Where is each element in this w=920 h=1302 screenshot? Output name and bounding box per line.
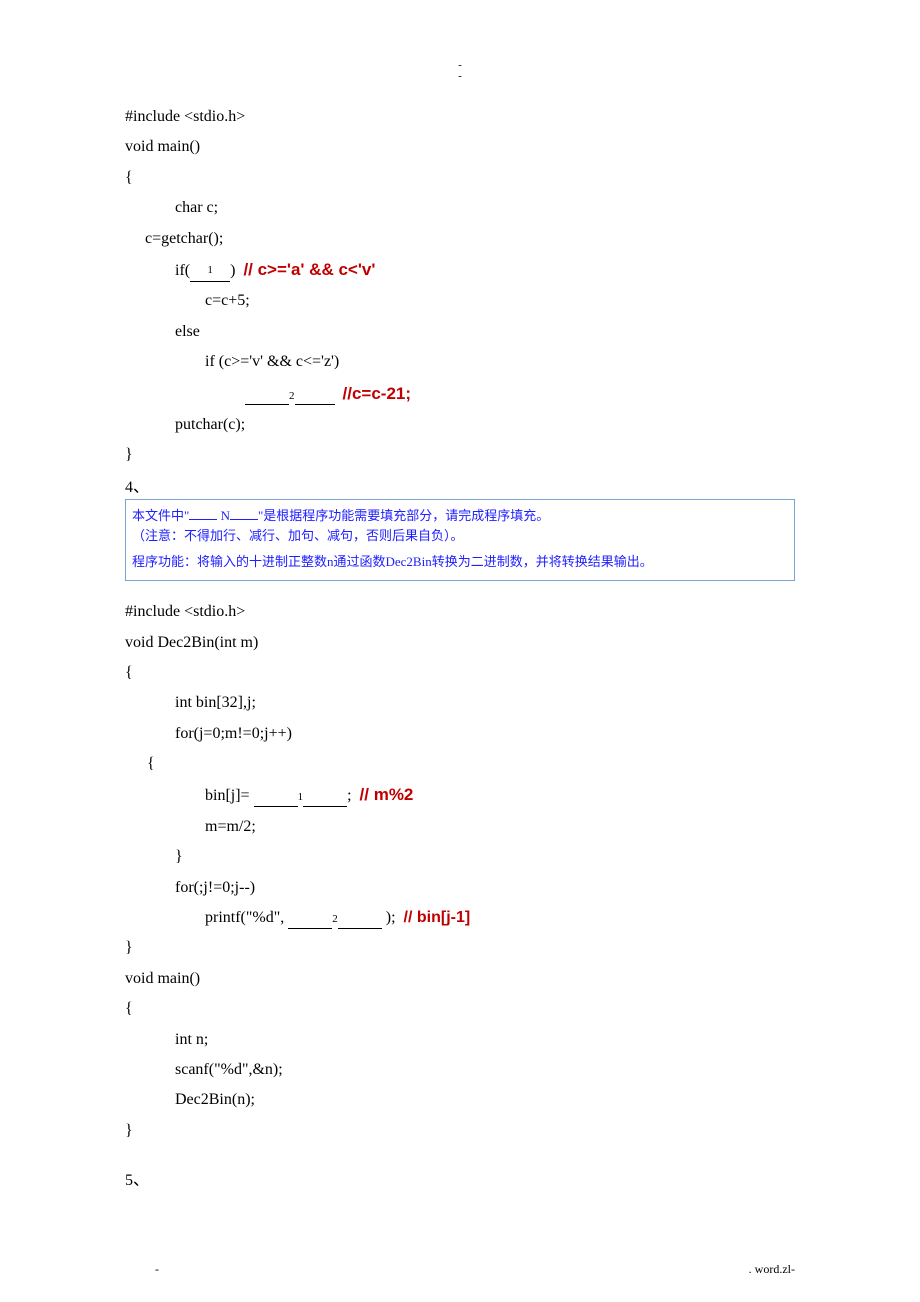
code-line: scanf("%d",&n); — [175, 1055, 795, 1085]
blank-2-left — [245, 384, 289, 406]
ib-text: N — [221, 508, 230, 523]
blank-left — [288, 907, 332, 929]
code-line: } — [125, 440, 795, 470]
code-line: for(;j!=0;j--) — [175, 873, 795, 903]
code-line: void Dec2Bin(int m) — [125, 628, 795, 658]
code-line: for(j=0;m!=0;j++) — [175, 719, 795, 749]
code-line: #include <stdio.h> — [125, 597, 795, 627]
code-line-blank-2: 2 //c=c-21; — [245, 378, 795, 410]
footer-left: - — [155, 1262, 159, 1277]
code-text: ); — [382, 909, 396, 926]
code-line: if (c>='v' && c<='z') — [205, 347, 795, 377]
code-line: int bin[32],j; — [175, 688, 795, 718]
code-line: c=getchar(); — [145, 224, 795, 254]
ib-text: 本文件中" — [132, 508, 189, 523]
blank-right — [338, 907, 382, 929]
answer-annotation-4: // bin[j-1] — [404, 909, 471, 926]
code-line: m=m/2; — [205, 812, 795, 842]
code-line: void main() — [125, 964, 795, 994]
header-dash-2: - — [125, 71, 795, 82]
code-line: Dec2Bin(n); — [175, 1085, 795, 1115]
answer-annotation-2: //c=c-21; — [343, 384, 412, 403]
code-block-2: #include <stdio.h> void Dec2Bin(int m) {… — [125, 597, 795, 1146]
code-line-bin-blank-1: bin[j]= 1 ; // m%2 — [205, 779, 795, 811]
code-text: ) — [230, 262, 235, 279]
code-line: void main() — [125, 132, 795, 162]
code-line: c=c+5; — [205, 286, 795, 316]
header-dashes: - - — [125, 60, 795, 82]
code-line: int n; — [175, 1025, 795, 1055]
code-line-if-blank-1: if(1) // c>='a' && c<'v' — [175, 254, 795, 286]
code-line-printf-blank-2: printf("%d", 2 ); // bin[j-1] — [205, 903, 795, 933]
code-text: bin[j]= — [205, 787, 254, 804]
code-text: if( — [175, 262, 190, 279]
page-container: - - #include <stdio.h> void main() { cha… — [0, 0, 920, 1302]
code-line: { — [147, 749, 795, 779]
code-line: } — [125, 1116, 795, 1146]
code-line: { — [125, 163, 795, 193]
code-line: } — [125, 933, 795, 963]
code-line: #include <stdio.h> — [125, 102, 795, 132]
code-line: char c; — [175, 193, 795, 223]
ib-text: "是根据程序功能需要填充部分，请完成程序填充。 — [258, 508, 549, 523]
code-line: } — [175, 842, 795, 872]
section-5-label: 5、 — [125, 1166, 795, 1190]
blank-2-right — [295, 384, 335, 406]
answer-annotation-1: // c>='a' && c<'v' — [243, 260, 375, 279]
code-text: printf("%d", — [205, 909, 288, 926]
answer-annotation-3: // m%2 — [360, 785, 414, 804]
ib-blank — [189, 509, 217, 520]
blank-right — [303, 785, 347, 807]
code-line: { — [125, 658, 795, 688]
code-line: else — [175, 317, 795, 347]
code-block-1: #include <stdio.h> void main() { char c;… — [125, 102, 795, 471]
blank-1: 1 — [190, 260, 230, 282]
instruction-line-2: （注意：不得加行、减行、加句、减句，否则后果自负）。 — [132, 526, 788, 546]
instruction-box: 本文件中" N "是根据程序功能需要填充部分，请完成程序填充。 （注意：不得加行、… — [125, 499, 795, 581]
ib-blank — [230, 509, 258, 520]
blank-left — [254, 785, 298, 807]
footer-right: . word.zl- — [749, 1262, 795, 1277]
instruction-line-1: 本文件中" N "是根据程序功能需要填充部分，请完成程序填充。 — [132, 506, 788, 526]
instruction-line-3: 程序功能：将输入的十进制正整数n通过函数Dec2Bin转换为二进制数，并将转换结… — [132, 552, 788, 572]
code-line: { — [125, 994, 795, 1024]
code-text: ; — [347, 787, 351, 804]
code-line: putchar(c); — [175, 410, 795, 440]
section-4-label: 4、 — [125, 473, 795, 497]
